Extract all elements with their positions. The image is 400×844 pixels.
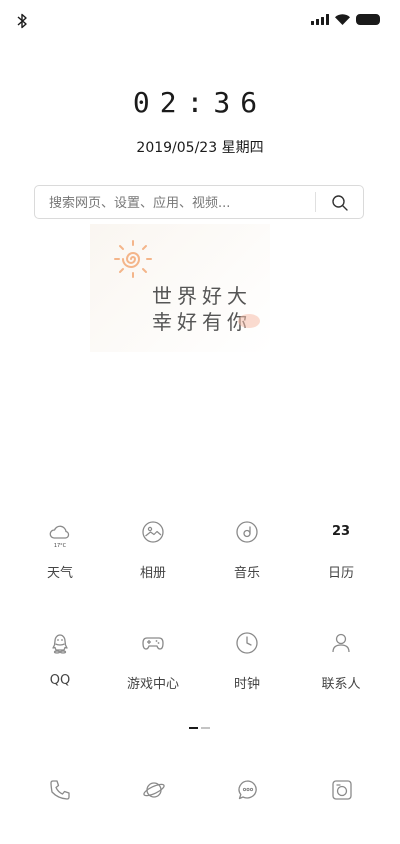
qq-icon <box>52 634 68 654</box>
page-dot-inactive <box>201 727 210 729</box>
app-game-center[interactable]: 游戏中心 <box>108 631 198 701</box>
home-screen: 02:36 2019/05/23 星期四 世界好大 幸好有你 <box>0 0 400 844</box>
search-divider <box>315 192 316 212</box>
app-label: 音乐 <box>233 566 260 581</box>
page-indicator[interactable] <box>189 727 210 729</box>
phone-icon[interactable] <box>48 778 72 802</box>
app-clock[interactable]: 时钟 <box>202 631 292 701</box>
clock-date[interactable]: 2019/05/23 星期四 <box>0 137 400 157</box>
widget-text-line2: 幸好有你 <box>152 310 252 334</box>
app-label: 天气 <box>46 566 73 581</box>
signal-icon <box>311 14 329 25</box>
gamepad-icon <box>142 637 164 650</box>
blush-decoration <box>238 314 260 328</box>
weather-icon <box>49 525 70 539</box>
camera-icon[interactable] <box>330 778 354 802</box>
page-dot-active <box>189 727 198 729</box>
search-icon[interactable] <box>331 194 349 212</box>
search-bar[interactable] <box>34 185 364 220</box>
app-contacts[interactable]: 联系人 <box>296 631 386 701</box>
clock-time[interactable]: 02:36 <box>0 86 400 119</box>
app-label: 联系人 <box>321 677 361 692</box>
app-label: QQ <box>49 673 71 688</box>
app-calendar[interactable]: 23 日历 <box>296 520 386 590</box>
wallpaper-widget[interactable]: 世界好大 幸好有你 <box>90 224 270 352</box>
weather-temp: 17°C <box>53 543 67 549</box>
app-qq[interactable]: QQ <box>15 631 105 701</box>
browser-icon[interactable] <box>142 778 166 802</box>
app-label: 游戏中心 <box>126 677 179 692</box>
clock-icon <box>236 632 258 654</box>
widget-text-line1: 世界好大 <box>152 284 252 308</box>
bluetooth-icon <box>17 13 27 29</box>
app-weather[interactable]: 17°C 天气 <box>15 520 105 590</box>
messages-icon[interactable] <box>236 778 260 802</box>
sun-icon <box>114 240 152 278</box>
status-bar <box>0 0 400 40</box>
contacts-icon <box>332 633 350 653</box>
gallery-icon <box>142 521 164 543</box>
wifi-icon <box>335 14 350 25</box>
status-icons <box>311 14 380 25</box>
music-icon <box>236 521 258 543</box>
app-label: 日历 <box>327 566 354 581</box>
app-gallery[interactable]: 相册 <box>108 520 198 590</box>
app-music[interactable]: 音乐 <box>202 520 292 590</box>
app-label: 相册 <box>139 566 166 581</box>
search-input[interactable] <box>47 186 311 220</box>
app-label: 时钟 <box>233 677 260 692</box>
battery-icon <box>356 14 380 25</box>
calendar-icon: 23 <box>331 524 351 539</box>
